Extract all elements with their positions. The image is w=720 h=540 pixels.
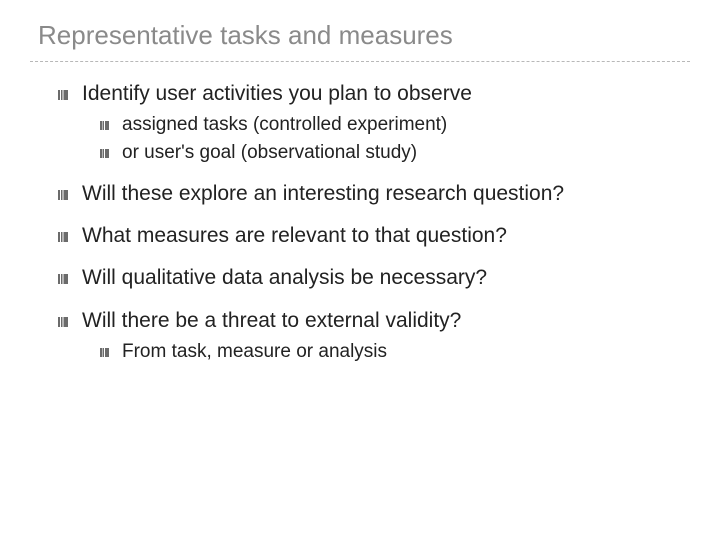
- sub-bullet-user-goal: or user's goal (observational study): [100, 140, 690, 166]
- bullet-identify-activities: Identify user activities you plan to obs…: [58, 80, 690, 166]
- bullet-research-question: Will these explore an interesting resear…: [58, 180, 690, 208]
- bullet-text: Will there be a threat to external valid…: [82, 309, 461, 332]
- bullet-relevant-measures: What measures are relevant to that quest…: [58, 222, 690, 250]
- sub-list: From task, measure or analysis: [100, 339, 690, 365]
- bullet-qualitative-analysis: Will qualitative data analysis be necess…: [58, 264, 690, 292]
- bullet-text: Identify user activities you plan to obs…: [82, 82, 472, 105]
- sub-bullet-from-task: From task, measure or analysis: [100, 339, 690, 365]
- main-list: Identify user activities you plan to obs…: [58, 80, 690, 365]
- title-divider: [30, 61, 690, 62]
- slide: Representative tasks and measures Identi…: [0, 0, 720, 399]
- bullet-external-validity: Will there be a threat to external valid…: [58, 307, 690, 365]
- sub-bullet-assigned-tasks: assigned tasks (controlled experiment): [100, 112, 690, 138]
- slide-title: Representative tasks and measures: [30, 20, 690, 51]
- sub-list: assigned tasks (controlled experiment) o…: [100, 112, 690, 165]
